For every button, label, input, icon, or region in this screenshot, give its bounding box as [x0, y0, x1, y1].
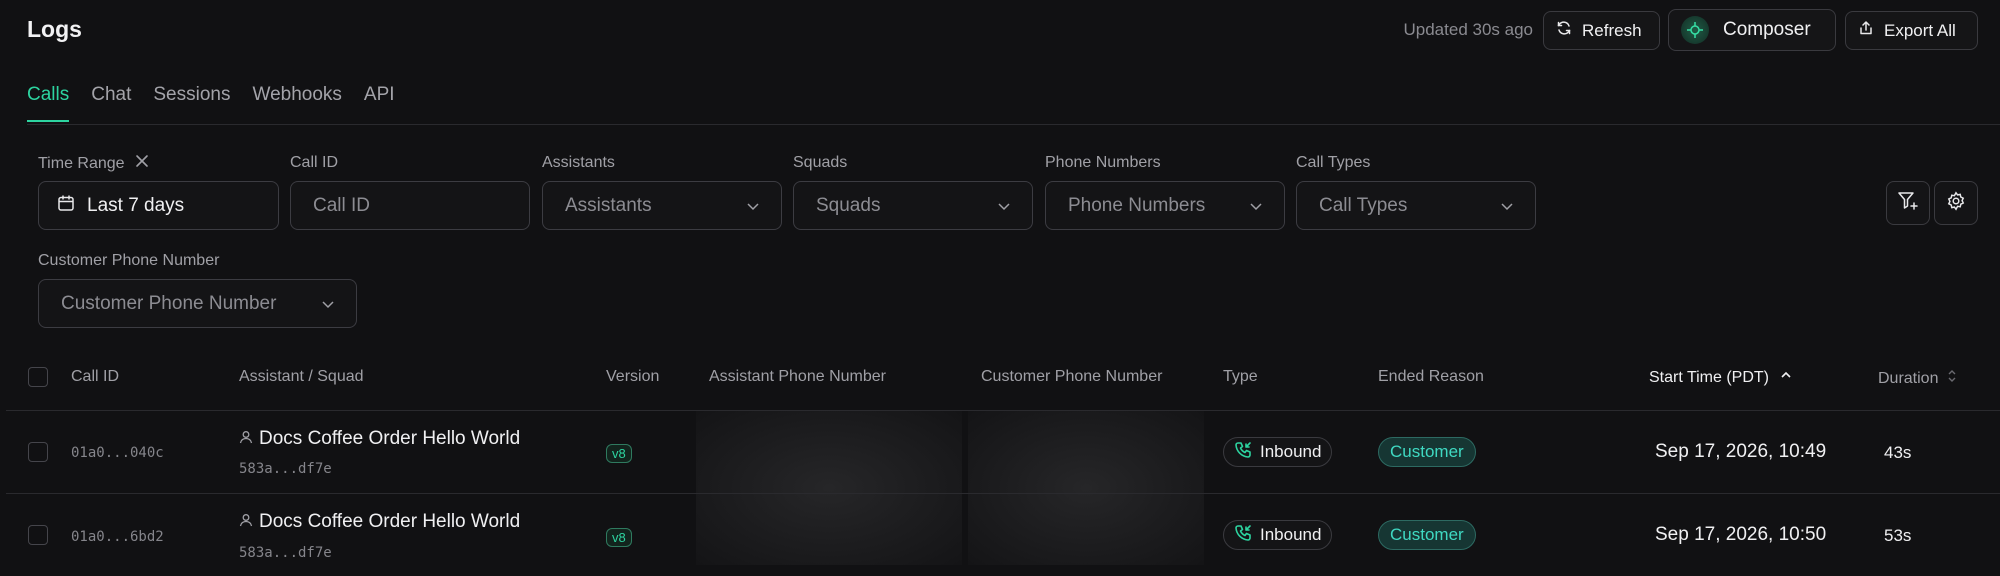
col-customer-phone[interactable]: Customer Phone Number — [981, 368, 1162, 386]
tab-bar: Calls Chat Sessions Webhooks API — [27, 84, 395, 122]
tab-webhooks[interactable]: Webhooks — [252, 84, 341, 122]
call-id-cell[interactable]: 01a0...6bd2 — [71, 529, 164, 545]
squads-placeholder: Squads — [816, 194, 881, 216]
phone-numbers-placeholder: Phone Numbers — [1068, 194, 1206, 216]
ended-reason-badge: Customer — [1378, 437, 1476, 467]
updated-status: Updated 30s ago — [1403, 20, 1534, 39]
squads-select[interactable]: Squads — [793, 181, 1033, 230]
col-duration-label: Duration — [1878, 369, 1939, 387]
assistant-name: Docs Coffee Order Hello World — [259, 511, 521, 532]
filter-plus-icon — [1897, 190, 1919, 217]
col-duration[interactable]: Duration — [1878, 368, 1958, 389]
assistant-cell[interactable]: Docs Coffee Order Hello World — [239, 428, 520, 450]
type-label: Inbound — [1260, 525, 1322, 544]
refresh-icon — [1556, 20, 1572, 41]
redacted-customer-phone — [968, 411, 1204, 565]
time-range-select[interactable]: Last 7 days — [38, 181, 279, 230]
row-divider — [6, 493, 2000, 494]
tab-sessions[interactable]: Sessions — [153, 84, 230, 122]
assistant-id: 583a...df7e — [239, 461, 332, 477]
time-range-value: Last 7 days — [87, 194, 185, 216]
time-range-label-group: Time Range — [38, 154, 149, 173]
chevron-down-icon — [1248, 198, 1264, 220]
row-checkbox[interactable] — [28, 525, 48, 545]
user-icon — [239, 511, 253, 533]
gear-icon — [1946, 190, 1966, 216]
assistants-placeholder: Assistants — [565, 194, 652, 216]
duration-cell: 43s — [1884, 443, 1912, 462]
call-id-label: Call ID — [290, 154, 339, 171]
sort-ascending-icon — [1779, 368, 1793, 387]
type-badge: Inbound — [1223, 520, 1333, 550]
clear-time-range-icon[interactable] — [135, 154, 149, 173]
col-type[interactable]: Type — [1223, 368, 1258, 386]
redacted-assistant-phone — [696, 411, 962, 565]
call-types-placeholder: Call Types — [1319, 194, 1408, 216]
version-badge: v8 — [606, 444, 632, 463]
ended-reason-badge: Customer — [1378, 520, 1476, 550]
refresh-button[interactable]: Refresh — [1543, 11, 1660, 50]
start-time-cell: Sep 17, 2026, 10:50 — [1655, 524, 1827, 545]
assistants-select[interactable]: Assistants — [542, 181, 782, 230]
tab-api[interactable]: API — [364, 84, 395, 122]
call-types-label: Call Types — [1296, 154, 1371, 171]
col-start-time[interactable]: Start Time (PDT) — [1649, 368, 1793, 387]
call-id-input[interactable]: Call ID — [290, 181, 530, 230]
add-filter-button[interactable] — [1886, 181, 1930, 225]
col-ended-reason[interactable]: Ended Reason — [1378, 368, 1484, 386]
tabs-divider — [27, 124, 2000, 125]
phone-numbers-select[interactable]: Phone Numbers — [1045, 181, 1285, 230]
refresh-label: Refresh — [1582, 20, 1642, 40]
assistant-cell[interactable]: Docs Coffee Order Hello World — [239, 511, 520, 533]
duration-cell: 53s — [1884, 526, 1912, 545]
composer-icon — [1681, 16, 1709, 44]
calendar-icon — [57, 194, 75, 218]
export-icon — [1858, 20, 1874, 41]
chevron-down-icon — [996, 198, 1012, 220]
customer-phone-label: Customer Phone Number — [38, 252, 220, 269]
export-label: Export All — [1884, 20, 1956, 40]
phone-incoming-icon — [1234, 524, 1252, 547]
customer-phone-placeholder: Customer Phone Number — [61, 292, 277, 314]
customer-phone-select[interactable]: Customer Phone Number — [38, 279, 357, 328]
chevron-down-icon — [1499, 198, 1515, 220]
col-assistant[interactable]: Assistant / Squad — [239, 368, 364, 386]
row-checkbox[interactable] — [28, 442, 48, 462]
user-icon — [239, 428, 253, 450]
sort-icon — [1946, 368, 1958, 389]
phone-incoming-icon — [1234, 441, 1252, 464]
call-types-select[interactable]: Call Types — [1296, 181, 1536, 230]
page-title: Logs — [27, 16, 82, 42]
version-badge: v8 — [606, 528, 632, 547]
assistant-name: Docs Coffee Order Hello World — [259, 428, 521, 449]
col-version[interactable]: Version — [606, 368, 659, 386]
call-id-cell[interactable]: 01a0...040c — [71, 445, 164, 461]
type-badge: Inbound — [1223, 437, 1333, 467]
tab-chat[interactable]: Chat — [91, 84, 131, 122]
assistant-id: 583a...df7e — [239, 545, 332, 561]
call-id-placeholder: Call ID — [313, 194, 371, 216]
time-range-label: Time Range — [38, 154, 125, 172]
chevron-down-icon — [320, 296, 336, 318]
squads-label: Squads — [793, 154, 848, 171]
type-label: Inbound — [1260, 442, 1322, 461]
assistants-label: Assistants — [542, 154, 615, 171]
settings-button[interactable] — [1934, 181, 1978, 225]
chevron-down-icon — [745, 198, 761, 220]
col-call-id[interactable]: Call ID — [71, 368, 119, 386]
start-time-cell: Sep 17, 2026, 10:49 — [1655, 441, 1827, 462]
tab-calls[interactable]: Calls — [27, 84, 70, 122]
phone-numbers-label: Phone Numbers — [1045, 154, 1161, 171]
composer-button[interactable]: Composer — [1668, 9, 1836, 51]
composer-label: Composer — [1723, 19, 1811, 40]
export-all-button[interactable]: Export All — [1845, 11, 1978, 50]
col-start-time-label: Start Time (PDT) — [1649, 368, 1770, 386]
select-all-checkbox[interactable] — [28, 367, 48, 387]
col-assistant-phone[interactable]: Assistant Phone Number — [709, 368, 886, 386]
